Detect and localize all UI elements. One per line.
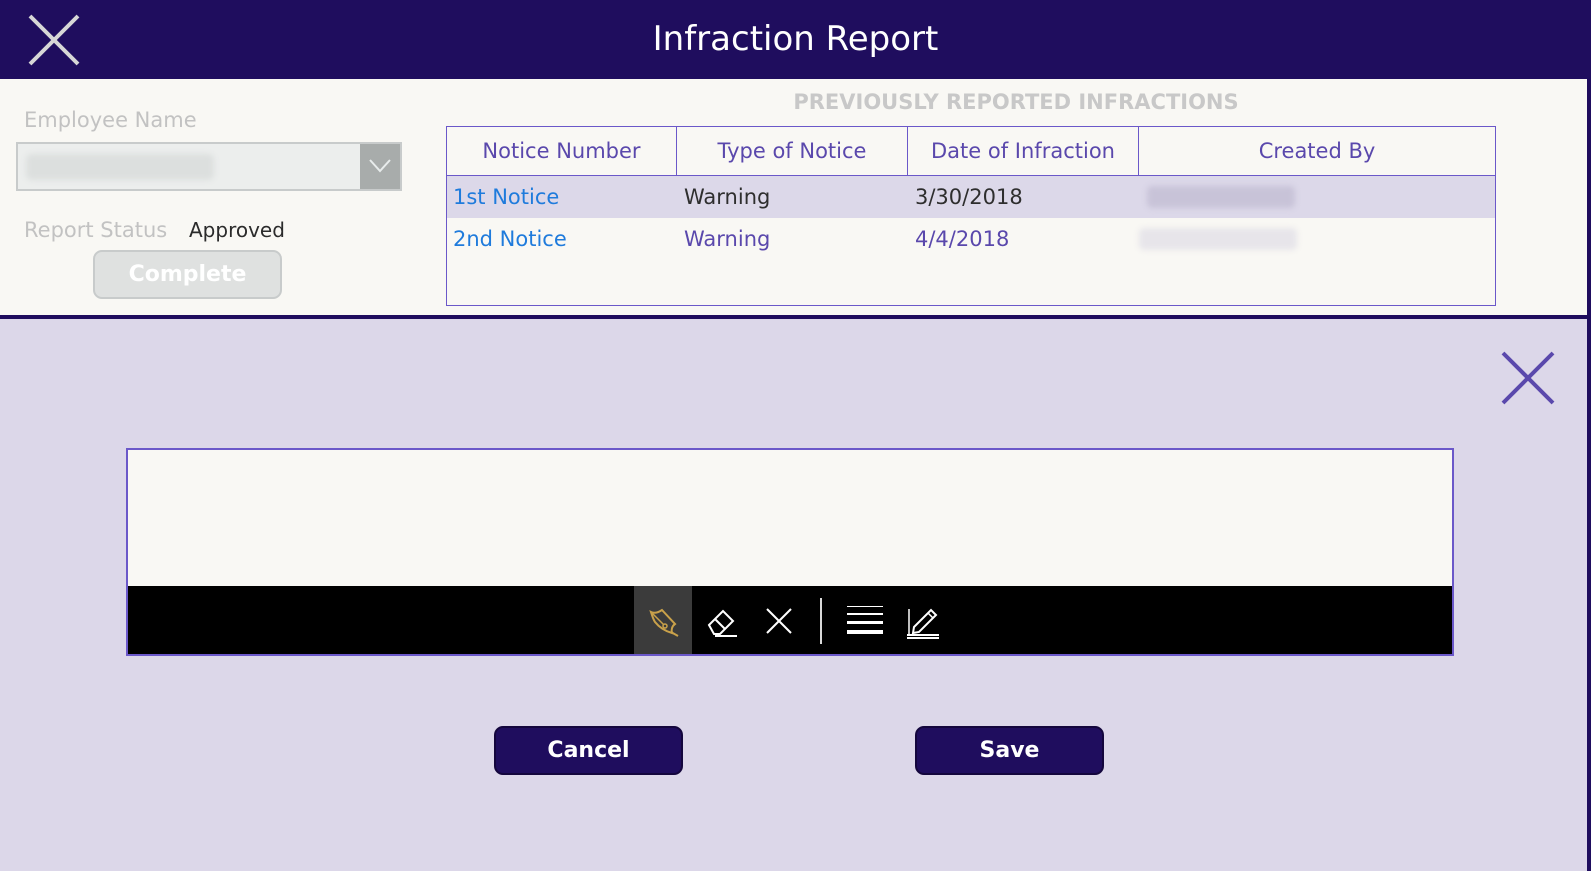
stroke-width-icon[interactable] [834, 586, 892, 654]
column-header-type-of-notice[interactable]: Type of Notice [677, 127, 908, 175]
report-status-label: Report Status [24, 218, 168, 242]
signature-canvas[interactable] [128, 450, 1452, 586]
eraser-icon[interactable] [692, 586, 750, 654]
employee-name-dropdown[interactable] [16, 142, 402, 191]
header-bar: Infraction Report [0, 0, 1591, 79]
column-header-created-by[interactable]: Created By [1139, 127, 1495, 175]
edit-signature-icon[interactable] [892, 586, 950, 654]
right-edge-accent [1587, 0, 1591, 871]
notice-type-cell: Warning [684, 227, 771, 251]
column-header-date-of-infraction[interactable]: Date of Infraction [908, 127, 1139, 175]
notice-number-cell[interactable]: 2nd Notice [453, 218, 567, 260]
eraser-tool-graphic [707, 609, 737, 637]
pen-icon[interactable] [634, 586, 692, 654]
page-title: Infraction Report [652, 19, 939, 59]
employee-name-value-redacted [26, 154, 214, 180]
report-status-value: Approved [189, 218, 285, 242]
toolbar-separator [820, 598, 822, 644]
signature-pad [126, 448, 1454, 656]
table-row[interactable]: 1st Notice Warning 3/30/2018 [447, 176, 1495, 218]
created-by-redacted [1147, 186, 1295, 208]
infractions-title: PREVIOUSLY REPORTED INFRACTIONS [793, 90, 1239, 114]
chevron-down-icon [369, 159, 391, 173]
column-header-notice-number[interactable]: Notice Number [447, 127, 677, 175]
pen-tool-graphic [649, 608, 679, 637]
dropdown-button[interactable] [360, 144, 400, 189]
pen-toolbar [128, 586, 1452, 654]
notice-number-cell[interactable]: 1st Notice [453, 176, 559, 218]
overlay-close-graphic [1501, 351, 1555, 405]
close-icon[interactable] [1500, 350, 1556, 406]
stroke-width-graphic [847, 606, 883, 634]
infraction-date-cell: 4/4/2018 [915, 227, 1010, 251]
table-row[interactable]: 2nd Notice Warning 4/4/2018 [447, 218, 1495, 260]
cancel-button[interactable]: Cancel [494, 726, 683, 775]
clear-icon[interactable] [750, 586, 808, 654]
employee-name-label: Employee Name [24, 108, 197, 132]
complete-button[interactable]: Complete [93, 250, 282, 299]
save-button[interactable]: Save [915, 726, 1104, 775]
infraction-date-cell: 3/30/2018 [915, 185, 1023, 209]
edit-signature-graphic [907, 608, 939, 639]
created-by-redacted [1139, 228, 1297, 250]
infractions-table: Notice Number Type of Notice Date of Inf… [446, 126, 1496, 306]
table-header: Notice Number Type of Notice Date of Inf… [447, 127, 1495, 176]
clear-tool-graphic [766, 608, 792, 634]
notice-type-cell: Warning [684, 185, 771, 209]
